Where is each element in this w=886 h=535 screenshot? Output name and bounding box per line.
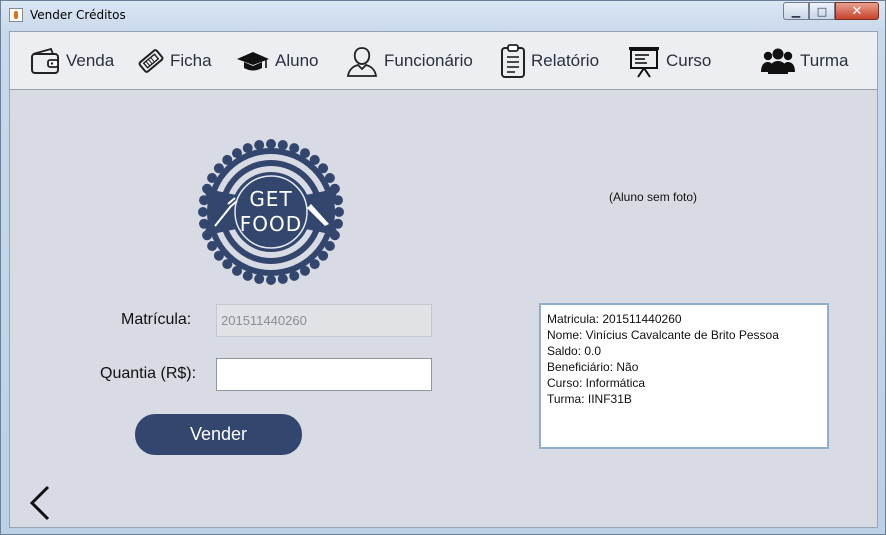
logo-text-food: FOOD — [240, 212, 302, 236]
info-nome: Nome: Vinícius Cavalcante de Brito Pesso… — [547, 328, 779, 342]
info-matricula: Matricula: 201511440260 — [547, 312, 682, 326]
info-curso: Curso: Informática — [547, 376, 646, 390]
wallet-icon — [31, 47, 59, 74]
window-title: Vender Créditos — [30, 8, 126, 22]
menu-item-curso[interactable]: Curso — [627, 32, 711, 89]
presentation-board-icon — [629, 46, 659, 78]
client-area: Venda Ficha Aluno Funcionário Relatório … — [9, 31, 878, 528]
menu-item-funcionario[interactable]: Funcionário — [345, 32, 473, 89]
group-icon — [761, 48, 795, 74]
clipboard-icon — [501, 43, 525, 78]
menu-item-ficha[interactable]: Ficha — [137, 32, 212, 89]
matricula-label: Matrícula: — [121, 311, 192, 328]
info-beneficiario: Beneficiário: Não — [547, 360, 639, 374]
menu-label-turma: Turma — [800, 50, 849, 70]
quantia-input[interactable] — [216, 358, 432, 391]
student-photo-placeholder: (Aluno sem foto) — [609, 190, 698, 204]
back-button[interactable] — [28, 485, 52, 525]
person-icon — [346, 46, 378, 77]
logo-text-get: GET — [249, 187, 292, 211]
minimize-button[interactable]: ▁ — [783, 2, 809, 20]
info-turma: Turma: IINF31B — [547, 392, 632, 406]
close-button[interactable]: ✕ — [835, 2, 879, 20]
title-bar[interactable]: Vender Créditos ▁ □ ✕ — [1, 1, 885, 29]
maximize-button[interactable]: □ — [809, 2, 835, 20]
info-saldo: Saldo: 0.0 — [547, 344, 602, 358]
graduation-cap-icon — [237, 51, 269, 70]
quantia-label: Quantia (R$): — [100, 365, 197, 382]
menu-item-venda[interactable]: Venda — [29, 32, 114, 89]
vender-button[interactable]: Vender — [135, 414, 302, 455]
chevron-left-icon — [29, 485, 50, 521]
window-controls: ▁ □ ✕ — [783, 2, 879, 20]
matricula-field: 201511440260 — [216, 304, 432, 337]
menu-item-aluno[interactable]: Aluno — [236, 32, 318, 89]
menu-item-relatorio[interactable]: Relatório — [500, 32, 599, 89]
menu-label-venda: Venda — [66, 50, 115, 70]
menu-label-aluno: Aluno — [275, 50, 319, 70]
menu-label-relatorio: Relatório — [531, 50, 600, 70]
ticket-icon — [138, 48, 164, 73]
menu-label-funcionario: Funcionário — [384, 50, 473, 70]
java-app-icon — [9, 8, 23, 22]
menu-label-curso: Curso — [666, 50, 712, 70]
window-frame: Vender Créditos ▁ □ ✕ Venda Ficha Aluno … — [0, 0, 886, 535]
get-food-logo: GET FOOD — [195, 136, 347, 292]
student-info-panel: Matricula: 201511440260 Nome: Vinícius C… — [539, 303, 829, 449]
menu-label-ficha: Ficha — [170, 50, 212, 70]
menu-bar: Venda Ficha Aluno Funcionário Relatório … — [10, 32, 877, 90]
menu-item-turma[interactable]: Turma — [761, 32, 849, 89]
